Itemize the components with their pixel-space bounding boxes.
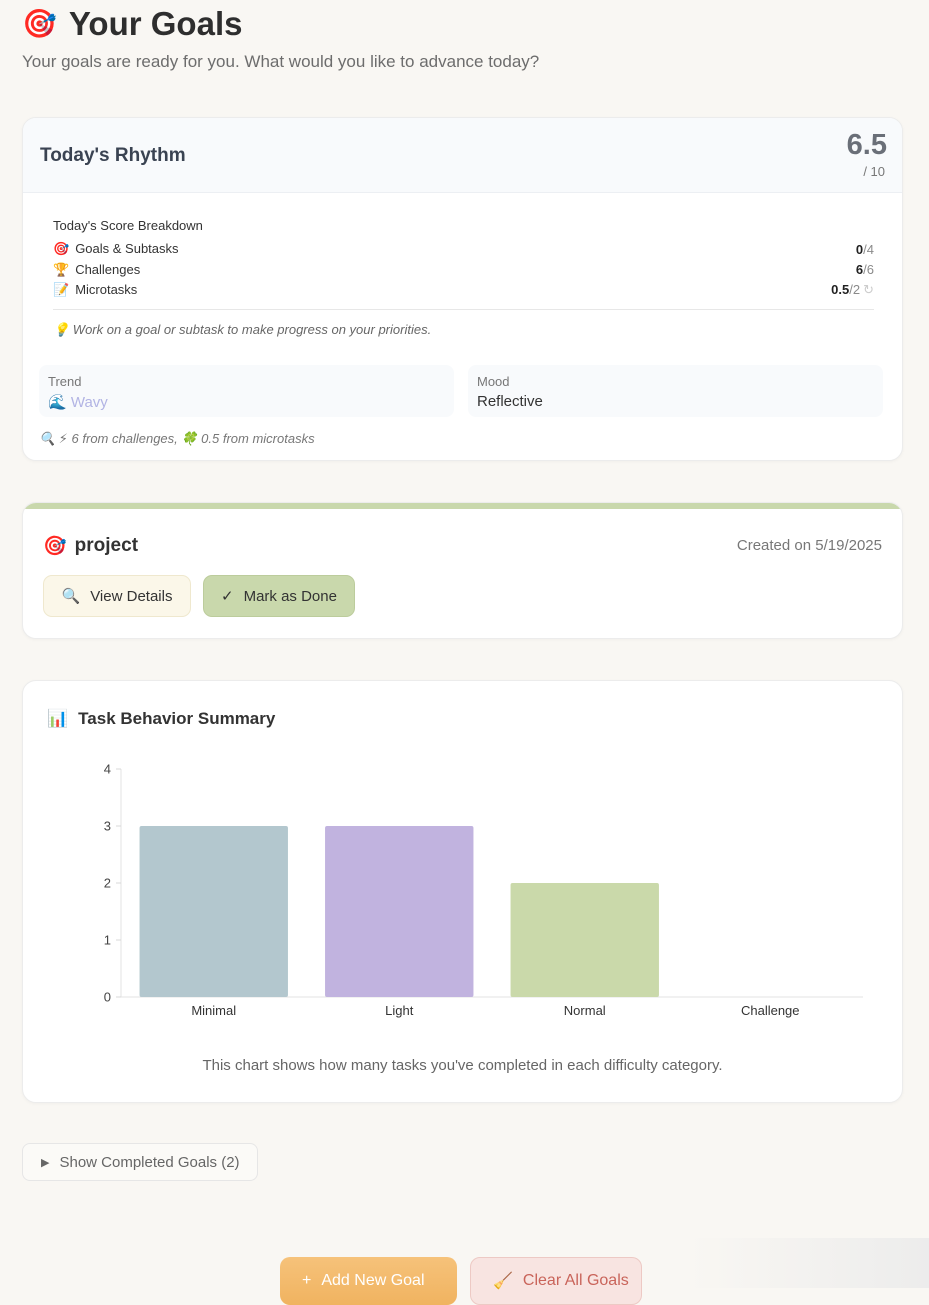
clear-goals-label: Clear All Goals (522, 1272, 629, 1289)
trend-box: Trend 🌊 Wavy (39, 365, 454, 417)
rhythm-header: Today's Rhythm 6.5 / 10 (23, 118, 902, 193)
view-details-label: View Details (90, 587, 173, 605)
y-tick-label: 3 (104, 819, 111, 834)
y-tick-label: 0 (104, 990, 111, 1005)
x-tick-label: Normal (564, 1003, 606, 1018)
task-summary-card: 0 1 2 3 4 Minimal Light Normal Challenge 📊 Task … (22, 680, 903, 1103)
magnifier-icon: 🔍 (61, 588, 81, 605)
plus-icon: + (302, 1272, 312, 1289)
bar-normal (510, 883, 659, 997)
bar-chart-icon: 📊 (47, 709, 69, 728)
target-icon: 🎯 (43, 536, 67, 557)
view-details-button[interactable]: 🔍 View Details (43, 575, 191, 617)
breakdown-denominator: /4 (863, 241, 874, 257)
mood-box: Mood Reflective (468, 365, 883, 417)
goal-created-date: Created on 5/19/2025 (736, 537, 882, 554)
goal-accent-bar (23, 503, 902, 509)
breakdown-row-microtasks: 📝 Microtasks 0.5/2 ↻ (53, 280, 874, 301)
show-completed-label: Show Completed Goals (2) (59, 1153, 240, 1171)
energy-note: 🔍 ⚡ 6 from challenges, 🍀 0.5 from microt… (39, 431, 315, 446)
progress-tip: 💡 Work on a goal or subtask to make prog… (53, 322, 432, 337)
mark-done-button[interactable]: ✓ Mark as Done (203, 575, 355, 617)
edge-fade (689, 1238, 929, 1288)
page-title-text: Your Goals (68, 5, 243, 42)
breakdown-value: 0.5 (831, 282, 850, 298)
x-tick-label: Minimal (191, 1003, 236, 1018)
rhythm-score: 6.5 (846, 129, 887, 161)
refresh-icon: ↻ (863, 282, 874, 298)
goal-title: 🎯 project (43, 534, 138, 558)
y-tick-label: 2 (104, 876, 111, 891)
target-icon: 🎯 (22, 8, 57, 39)
breakdown-label: Goals & Subtasks (75, 241, 179, 257)
mark-done-label: Mark as Done (243, 587, 337, 605)
breakdown-label: Challenges (75, 261, 141, 277)
show-completed-toggle[interactable]: ▶ Show Completed Goals (2) (22, 1143, 258, 1181)
x-tick-label: Challenge (741, 1003, 800, 1018)
rhythm-card: Today's Rhythm 6.5 / 10 Today's Score Br… (22, 117, 903, 461)
breakdown-denominator: /6 (863, 262, 874, 278)
y-tick-label: 4 (104, 762, 111, 777)
task-behavior-chart: 0 1 2 3 4 Minimal Light Normal Challenge (104, 762, 863, 1018)
goal-name: project (74, 535, 139, 556)
rhythm-title: Today's Rhythm (40, 145, 186, 166)
chart-caption: This chart shows how many tasks you've c… (202, 1057, 723, 1074)
check-icon: ✓ (221, 588, 234, 605)
clear-goals-button[interactable]: 🧹 Clear All Goals (470, 1257, 642, 1305)
add-goal-button[interactable]: + Add New Goal (280, 1257, 457, 1305)
breakdown-label: Microtasks (75, 282, 138, 298)
score-breakdown: Today's Score Breakdown 🎯 Goals & Subtask… (53, 218, 874, 310)
breakdown-row-challenges: 🏆 Challenges 6/6 (53, 260, 874, 281)
breakdown-row-goals: 🎯 Goals & Subtasks 0/4 (53, 239, 874, 260)
page-subtitle: Your goals are ready for you. What would… (22, 52, 540, 71)
trophy-icon: 🏆 (53, 261, 70, 277)
breakdown-denominator: /2 (849, 282, 861, 298)
trend-value: 🌊 Wavy (48, 394, 108, 411)
x-tick-label: Light (385, 1003, 414, 1018)
mood-label: Mood (477, 374, 510, 389)
y-tick-label: 1 (104, 933, 111, 948)
goal-card: 🎯 project Created on 5/19/2025 🔍 View De… (22, 502, 903, 639)
trend-label: Trend (48, 374, 82, 389)
mood-value: Reflective (477, 393, 543, 410)
triangle-right-icon: ▶ (41, 1156, 50, 1169)
summary-title-text: Task Behavior Summary (78, 709, 276, 728)
divider (53, 308, 874, 310)
summary-title: 📊 Task Behavior Summary (47, 709, 275, 729)
target-icon: 🎯 (53, 241, 70, 257)
bar-light (325, 826, 474, 997)
rhythm-score-max: / 10 (863, 164, 885, 179)
memo-icon: 📝 (53, 282, 70, 298)
add-goal-label: Add New Goal (321, 1272, 425, 1289)
page-title: 🎯 Your Goals (22, 5, 243, 42)
breakdown-title: Today's Score Breakdown (53, 218, 203, 233)
bar-minimal (139, 826, 288, 997)
broom-icon: 🧹 (493, 1273, 513, 1290)
